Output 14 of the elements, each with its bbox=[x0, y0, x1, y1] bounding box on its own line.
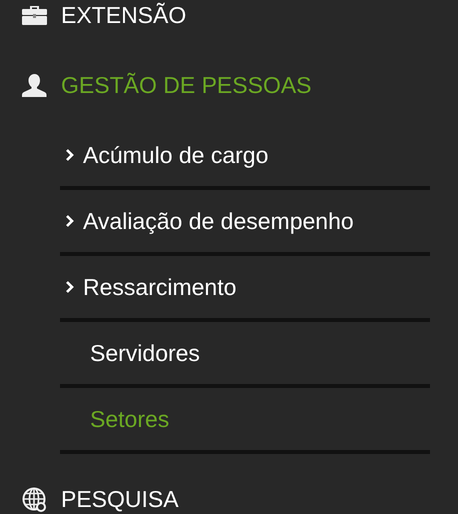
submenu-item[interactable]: Setores bbox=[60, 406, 170, 432]
chevron-right-icon bbox=[65, 148, 75, 162]
submenu-item[interactable]: Avaliação de desempenho bbox=[60, 208, 354, 234]
submenu-item[interactable]: Ressarcimento bbox=[60, 274, 236, 300]
menu-section[interactable]: GESTÃO DE PESSOAS bbox=[0, 70, 312, 100]
submenu-item[interactable]: Acúmulo de cargo bbox=[60, 142, 268, 168]
briefcase-icon bbox=[22, 5, 47, 25]
chevron-right-icon bbox=[65, 214, 75, 228]
globe-icon bbox=[22, 486, 47, 512]
chevron-right-icon bbox=[65, 280, 75, 294]
menu-section[interactable]: PESQUISA bbox=[0, 484, 179, 514]
submenu-item[interactable]: Servidores bbox=[60, 340, 200, 366]
person-icon bbox=[22, 73, 47, 97]
menu-section[interactable]: EXTENSÃO bbox=[0, 0, 186, 30]
